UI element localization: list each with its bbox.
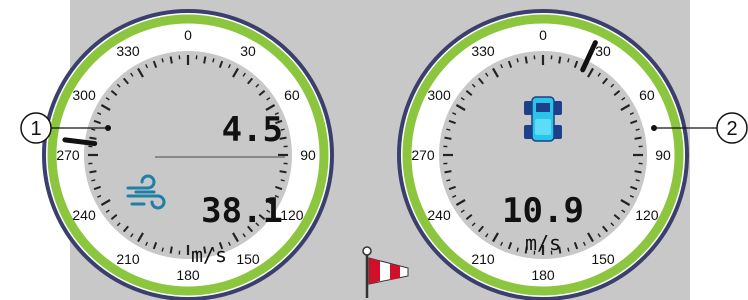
tick-label-210: 210 [471,251,495,267]
tick-label-300: 300 [72,87,96,103]
minor-tick [89,170,97,174]
minor-tick [212,58,215,63]
heading-gauge: 0 30 60 90 120 150 180 210 240 270 300 330 10.9 m/s [397,9,689,300]
minor-tick [444,136,452,140]
tick-label-300: 300 [427,87,451,103]
tick-label-0: 0 [184,27,192,43]
tick-label-150: 150 [236,251,260,267]
minor-tick [91,179,96,182]
tick-label-240: 240 [72,207,96,223]
tick-label-30: 30 [240,43,256,59]
tick-label-330: 330 [471,43,495,59]
tick-label-90: 90 [655,147,671,163]
minor-tick [161,58,164,63]
tick-label-150: 150 [591,251,615,267]
tick-label-90: 90 [300,147,316,163]
wind-display-panel: 0306090120150180210240270300330 4.5 38.1… [20,0,748,300]
tick-label-180: 180 [531,267,555,283]
minor-tick [203,56,207,64]
heading-speed-unit: m/s [525,231,561,255]
tick-label-30: 30 [595,43,611,59]
minor-tick [169,56,173,64]
tick-label-0: 0 [539,27,547,43]
minor-tick [161,247,164,252]
minor-tick [89,136,97,140]
minor-tick [634,136,642,140]
minor-tick [634,170,642,174]
callout-2-number: 2 [726,118,737,140]
tick-label-270: 270 [411,147,435,163]
wind-gauge: 0 30 60 90 120 150 180 210 240 270 300 330 4.5 38.1… [42,9,334,300]
tick-label-330: 330 [116,43,140,59]
minor-tick [558,56,562,64]
callout-1-number: 1 [30,118,41,140]
tick-label-120: 120 [635,207,659,223]
tick-label-120: 120 [280,207,304,223]
wind-top-value: 4.5 [222,110,283,150]
minor-tick [446,179,451,182]
minor-tick [91,128,96,131]
tick-label-60: 60 [639,87,655,103]
minor-tick [169,246,173,254]
heading-speed-value: 10.9 [502,191,584,231]
minor-tick [524,56,528,64]
tick-label-210: 210 [116,251,140,267]
minor-tick [279,170,287,174]
tick-label-60: 60 [284,87,300,103]
minor-tick [444,170,452,174]
wind-speed-unit: m/s [191,243,227,267]
tick-label-180: 180 [176,267,200,283]
tick-label-270: 270 [56,147,80,163]
minor-tick [280,179,285,182]
minor-tick [446,128,451,131]
wind-speed-value: 38.1 [201,191,283,231]
tick-label-240: 240 [427,207,451,223]
